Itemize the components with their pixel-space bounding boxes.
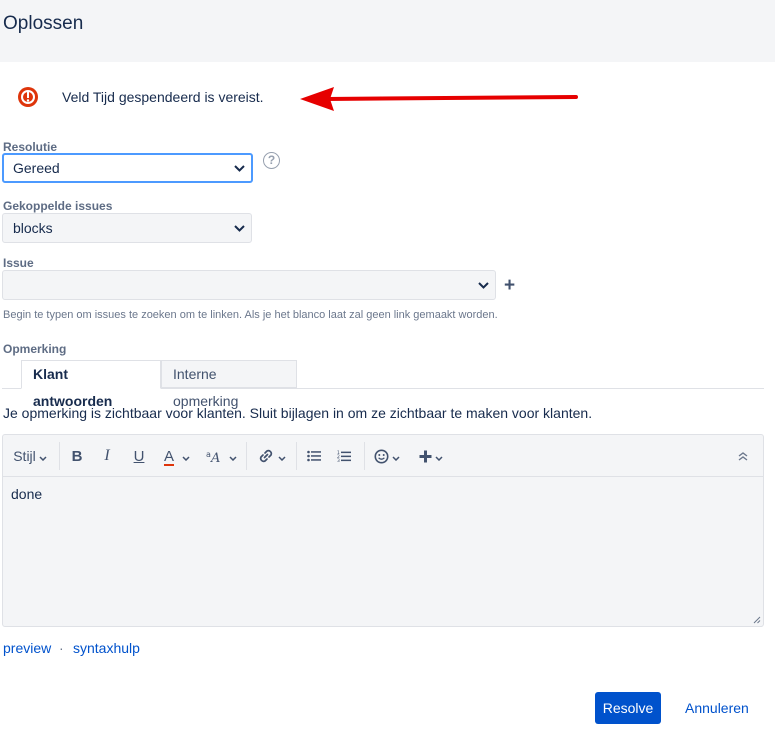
linked-issues-value: blocks <box>13 220 53 236</box>
syntax-help-link[interactable]: syntaxhulp <box>73 640 140 656</box>
toolbar-divider <box>246 442 247 470</box>
bullet-list-button[interactable] <box>303 435 325 477</box>
comment-editor[interactable]: Stijl B I U A aA 123 done <box>2 434 764 627</box>
chevron-down-icon <box>233 214 245 242</box>
resolve-button[interactable]: Resolve <box>595 692 661 724</box>
comment-text: done <box>11 486 43 502</box>
chevron-down-icon <box>228 448 237 465</box>
issue-select[interactable] <box>2 270 496 300</box>
dialog-header: Oplossen <box>0 0 775 62</box>
numbered-list-icon: 123 <box>337 450 351 463</box>
resolution-select[interactable]: Gereed <box>2 153 253 183</box>
link-icon <box>259 449 272 463</box>
text-formatting-dropdown[interactable]: aA <box>203 435 239 477</box>
annotation-arrow <box>300 87 578 111</box>
chevron-down-icon <box>392 448 400 465</box>
tab-internal-comment[interactable]: Interne opmerking <box>161 360 297 409</box>
chevron-down-icon <box>39 448 47 464</box>
bold-button[interactable]: B <box>65 435 89 477</box>
chevron-down-icon <box>277 448 286 465</box>
plus-icon <box>419 450 432 462</box>
toolbar-divider <box>364 442 365 470</box>
numbered-list-button[interactable]: 123 <box>333 435 355 477</box>
resolution-value: Gereed <box>13 160 60 176</box>
emoticon-dropdown[interactable] <box>371 435 403 477</box>
svg-text:A: A <box>210 451 220 463</box>
bullet-list-icon <box>307 450 321 462</box>
italic-button[interactable]: I <box>95 435 119 477</box>
error-icon <box>18 87 38 107</box>
visibility-note: Je opmerking is zichtbaar voor klanten. … <box>3 405 593 421</box>
preview-link[interactable]: preview <box>3 640 51 656</box>
chevron-down-icon <box>435 448 443 465</box>
chevron-down-icon <box>233 155 245 181</box>
underline-button[interactable]: U <box>127 435 151 477</box>
link-dropdown[interactable] <box>253 435 289 477</box>
toolbar-divider <box>296 442 297 470</box>
insert-more-dropdown[interactable] <box>415 435 447 477</box>
text-color-icon: A <box>163 447 174 465</box>
text-color-button[interactable]: A <box>157 435 197 477</box>
chevron-down-icon <box>477 271 489 299</box>
style-dropdown[interactable]: Stijl <box>7 435 53 477</box>
collapse-toolbar-button[interactable] <box>731 435 755 477</box>
chevron-double-up-icon <box>738 451 748 461</box>
svg-text:3: 3 <box>337 458 340 463</box>
issue-label: Issue <box>3 256 34 270</box>
cancel-button[interactable]: Annuleren <box>685 692 749 724</box>
text-formatting-icon: aA <box>206 450 220 463</box>
toolbar-divider <box>59 442 60 470</box>
emoticon-icon <box>374 449 389 463</box>
comment-label: Opmerking <box>3 342 67 356</box>
issue-hint: Begin te typen om issues te zoeken om te… <box>3 309 498 321</box>
chevron-down-icon <box>182 448 190 465</box>
resize-handle-icon[interactable] <box>753 616 761 624</box>
style-label: Stijl <box>13 448 36 464</box>
add-issue-icon[interactable]: + <box>504 276 515 295</box>
help-icon[interactable]: ? <box>263 152 280 169</box>
dialog-title: Oplossen <box>3 13 84 34</box>
linked-issues-label: Gekoppelde issues <box>3 199 113 213</box>
link-separator: · <box>59 640 64 656</box>
editor-toolbar: Stijl B I U A aA 123 <box>3 435 763 477</box>
tab-reply-customer[interactable]: Klant antwoorden <box>21 360 161 409</box>
linked-issues-select[interactable]: blocks <box>2 213 252 243</box>
error-message: Veld Tijd gespendeerd is vereist. <box>62 89 264 105</box>
resolution-label: Resolutie <box>3 140 58 154</box>
